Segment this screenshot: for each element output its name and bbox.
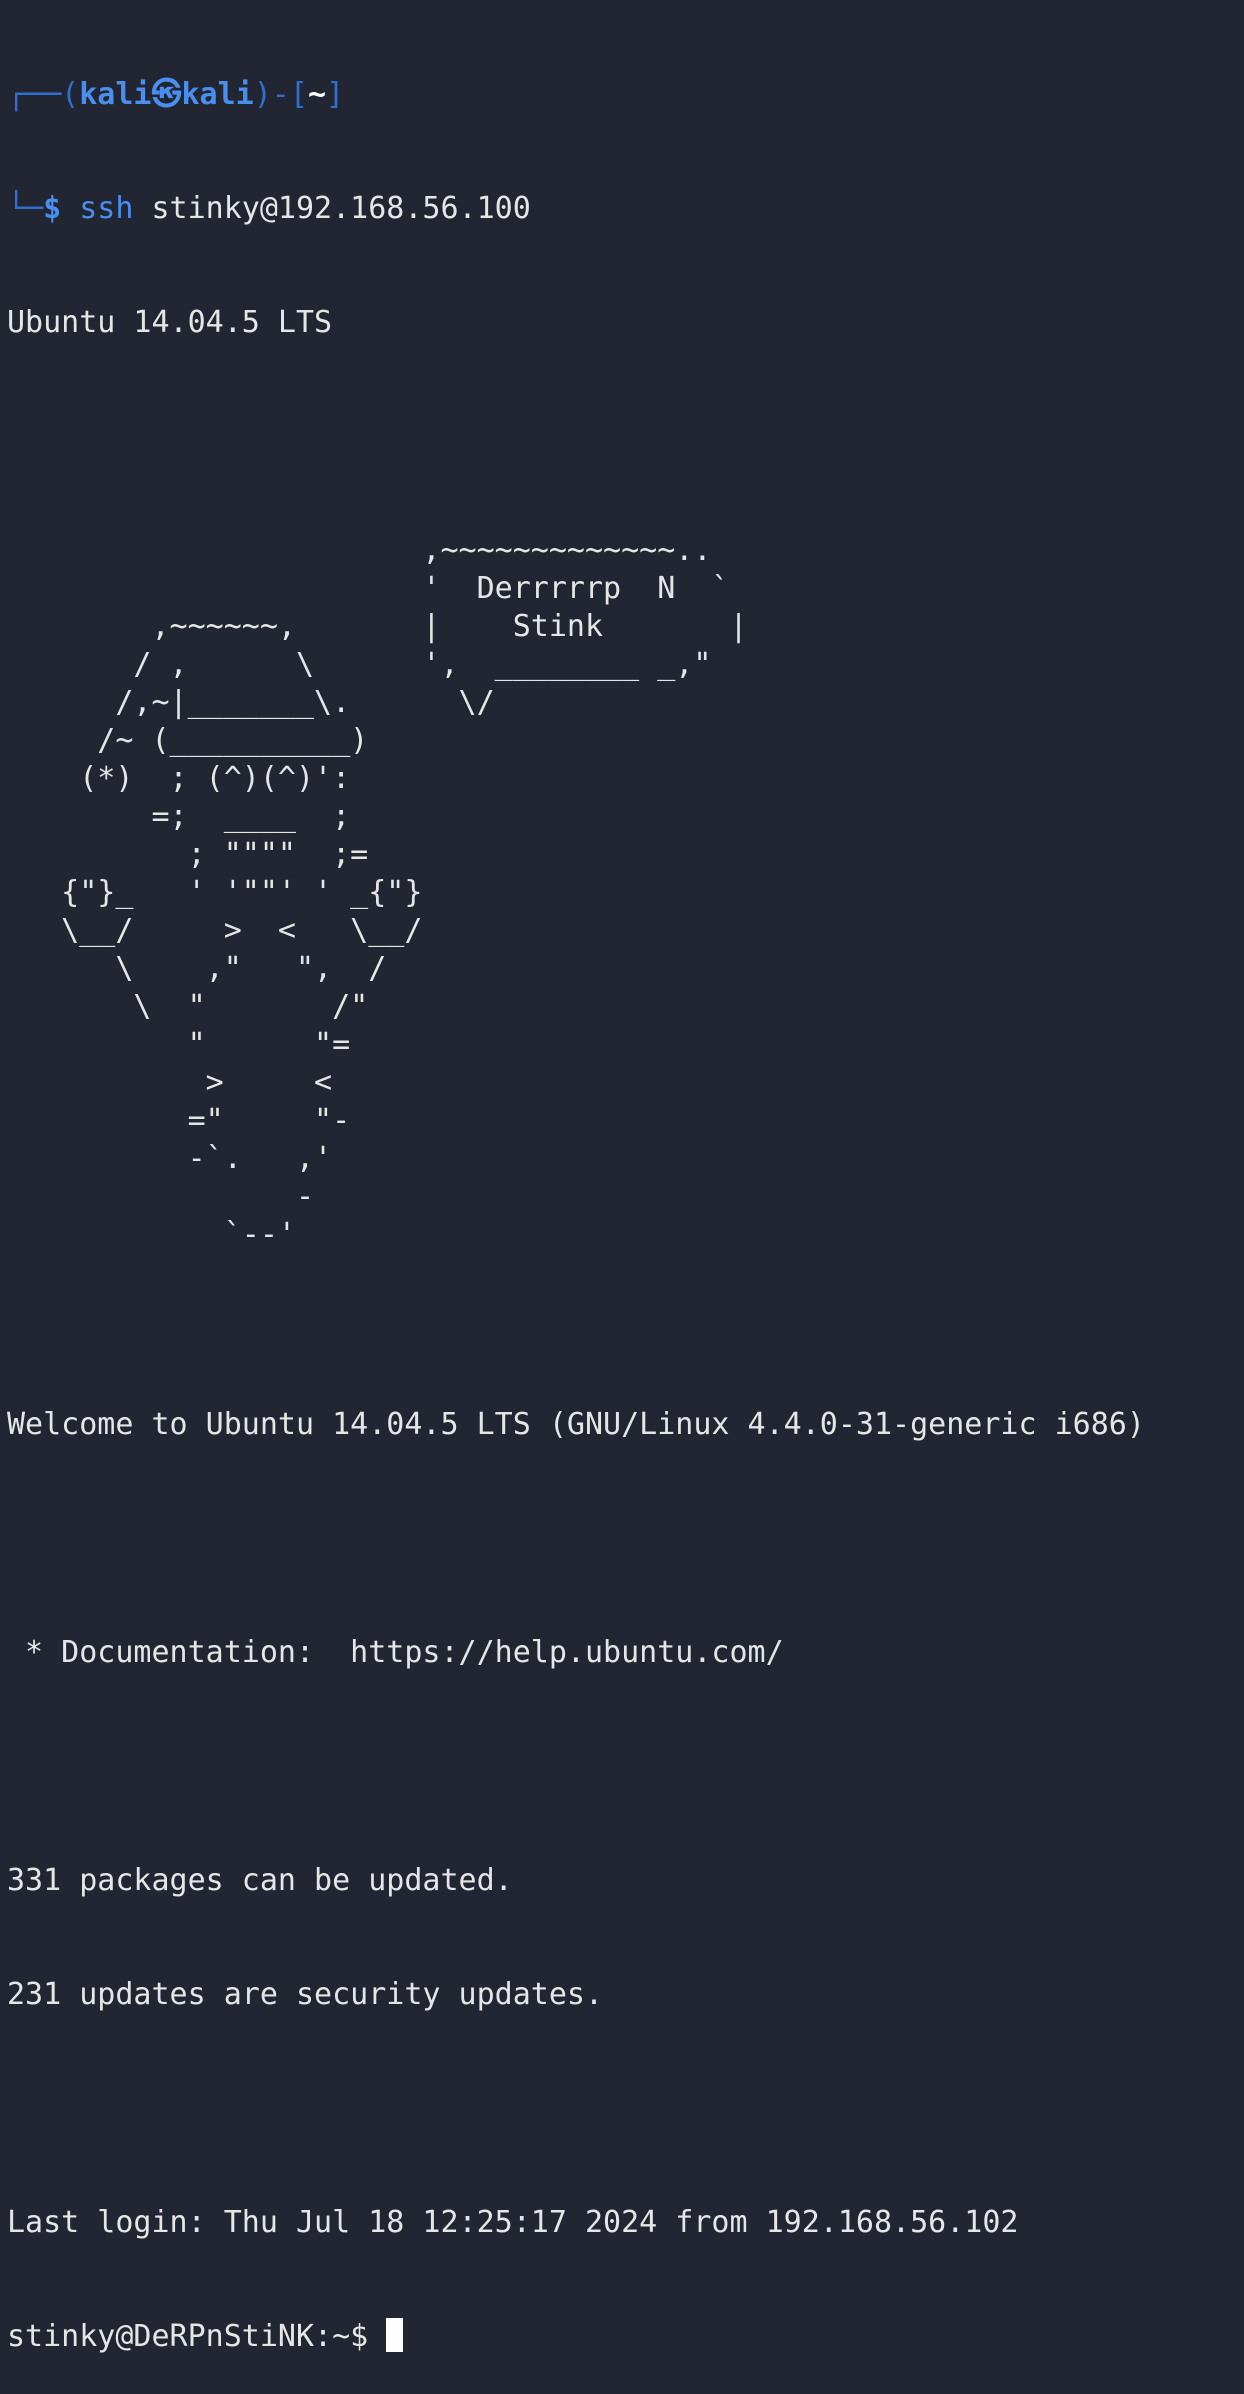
ascii-art-line: / , \ ', ________ _," [7, 647, 712, 682]
last-login-line: Last login: Thu Jul 18 12:25:17 2024 fro… [7, 2205, 1019, 2240]
ascii-art-line: /,~|_______\. \/ [7, 685, 495, 720]
command-args: stinky@192.168.56.100 [133, 191, 531, 226]
ascii-art-line: \ " /" [7, 989, 369, 1024]
remote-prompt-line[interactable]: stinky@DeRPnStiNK:~$ [7, 2318, 1244, 2356]
ascii-art-line: ; """" ;= [7, 837, 369, 872]
ascii-art-line [7, 1254, 1244, 1292]
ascii-art-line: ,~~~~~~, | Stink | [7, 609, 748, 644]
prompt-cwd: ~ [307, 77, 326, 112]
prompt-frame-mid: )-[ [253, 77, 308, 112]
security-updates-line: 231 updates are security updates. [7, 1977, 604, 2012]
prompt-at-symbol: ㉿ [151, 77, 182, 112]
prompt-line-top: ┌──(kali㉿kali)-[~] [7, 76, 1244, 114]
ascii-art-banner: ,~~~~~~~~~~~~~.. ' Derrrrrp N ` ,~~~~~~,… [7, 456, 1244, 1292]
ascii-art-line: \ ," ", / [7, 951, 387, 986]
ascii-art-line: (*) ; (^)(^)': [7, 761, 351, 796]
prompt-frame-close: ] [326, 77, 345, 112]
ascii-art-line [7, 456, 1244, 494]
command-name: ssh [79, 191, 134, 226]
ascii-art-line: =" "- [7, 1103, 351, 1138]
ascii-art-line: - [7, 1179, 315, 1214]
prompt-frame-bottom: └─ [7, 191, 44, 226]
ascii-art-line: `--' [7, 1217, 296, 1252]
ascii-art-line: " "= [7, 1027, 351, 1062]
ascii-art-line: > < [7, 1065, 333, 1100]
prompt-line-command: └─$ ssh stinky@192.168.56.100 [7, 190, 1244, 228]
ascii-art-line: {"}_ ' '""' ' _{"} [7, 875, 423, 910]
ascii-art-line: =; ____ ; [7, 799, 351, 834]
cursor-block[interactable] [386, 2318, 404, 2352]
ascii-art-line: /~ (__________) [7, 723, 369, 758]
prompt-host: kali [181, 77, 254, 112]
prompt-frame-top: ┌──( [7, 77, 80, 112]
banner-line: Ubuntu 14.04.5 LTS [7, 305, 333, 340]
prompt-user: kali [79, 77, 152, 112]
terminal-window[interactable]: ┌──(kali㉿kali)-[~] └─$ ssh stinky@192.16… [0, 0, 1244, 2354]
ascii-art-line: -`. ,' [7, 1141, 333, 1176]
ascii-art-line: ,~~~~~~~~~~~~~.. [7, 533, 712, 568]
ascii-art-line [7, 494, 1244, 532]
documentation-line: * Documentation: https://help.ubuntu.com… [7, 1635, 784, 1670]
prompt-dollar: $ [43, 191, 62, 226]
packages-line: 331 packages can be updated. [7, 1863, 513, 1898]
remote-prompt: stinky@DeRPnStiNK:~$ [7, 2319, 387, 2354]
welcome-line: Welcome to Ubuntu 14.04.5 LTS (GNU/Linux… [7, 1407, 1145, 1442]
ascii-art-line: \__/ > < \__/ [7, 913, 423, 948]
ascii-art-line: ' Derrrrrp N ` [7, 571, 730, 606]
